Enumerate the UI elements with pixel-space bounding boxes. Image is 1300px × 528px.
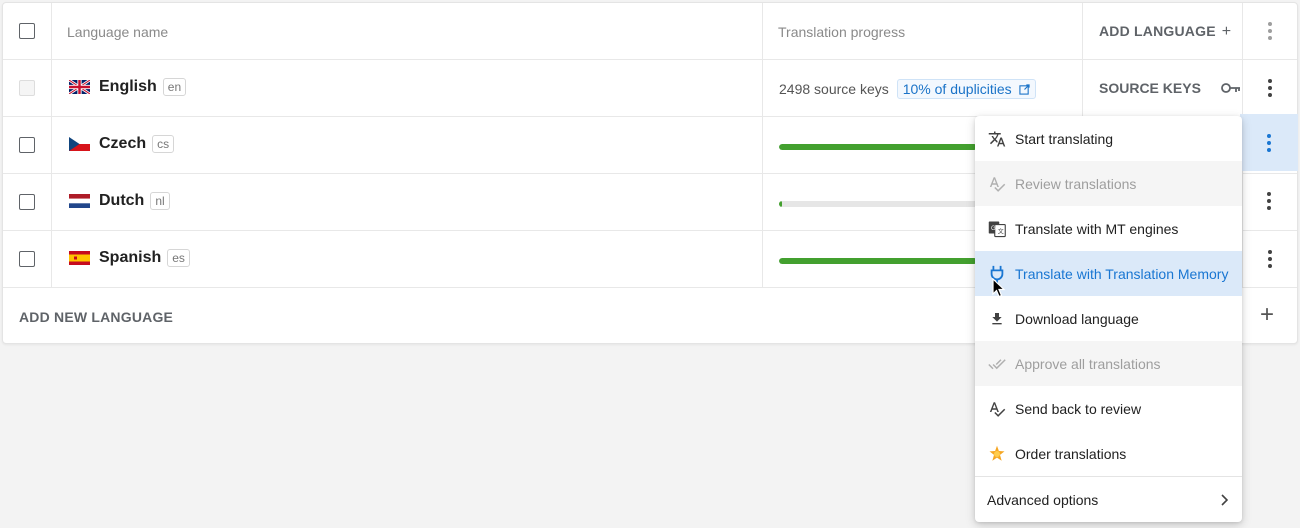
- menu-item-advanced-options[interactable]: Advanced options: [975, 477, 1242, 522]
- menu-item-label: Download language: [1015, 310, 1139, 327]
- language-cell[interactable]: Czech cs: [69, 135, 175, 153]
- row-more-icon[interactable]: [1257, 189, 1281, 213]
- nl-flag-icon: [69, 194, 90, 208]
- plus-icon[interactable]: +: [1260, 303, 1274, 327]
- source-keys-count: 2498 source keys: [779, 81, 889, 97]
- language-code-badge: cs: [152, 135, 175, 153]
- language-name: Dutch: [99, 192, 145, 209]
- column-header-translation-progress: Translation progress: [778, 24, 906, 40]
- row-more-icon[interactable]: [1258, 76, 1282, 100]
- download-icon: [987, 309, 1007, 329]
- menu-item-send-back-review[interactable]: Send back to review: [975, 386, 1242, 431]
- row-more-icon[interactable]: [1258, 247, 1282, 271]
- google-translate-icon: G文: [987, 219, 1007, 239]
- menu-item-label: Review translations: [1015, 175, 1137, 192]
- progress-fill: [779, 201, 782, 207]
- es-flag-icon: [69, 251, 90, 265]
- uk-flag-icon: [69, 80, 90, 94]
- select-all-checkbox[interactable]: [19, 23, 35, 39]
- table-row: English en 2498 source keys 10% of dupli…: [3, 60, 1297, 117]
- menu-item-download-language[interactable]: Download language: [975, 296, 1242, 341]
- menu-item-label: Advanced options: [987, 491, 1099, 508]
- progress-fill: [779, 258, 977, 264]
- menu-item-label: Approve all translations: [1015, 355, 1161, 372]
- menu-item-translate-tm[interactable]: Translate with Translation Memory: [975, 251, 1242, 296]
- external-link-icon: [1018, 84, 1030, 95]
- language-code-badge: en: [162, 78, 187, 96]
- row-checkbox[interactable]: [19, 194, 35, 210]
- menu-item-label: Start translating: [1015, 130, 1114, 147]
- plus-icon: +: [1221, 23, 1232, 40]
- duplicities-link[interactable]: 10% of duplicities: [896, 79, 1036, 99]
- row-checkbox[interactable]: [19, 251, 35, 267]
- spellcheck-icon: [987, 174, 1007, 194]
- table-header: Language name Translation progress ADD L…: [3, 3, 1297, 60]
- menu-item-review-translations: Review translations: [975, 161, 1242, 206]
- language-cell[interactable]: Spanish es: [69, 249, 190, 267]
- mouse-cursor-icon: [992, 278, 1006, 298]
- menu-item-order-translations[interactable]: Order translations: [975, 431, 1242, 476]
- cz-flag-icon: [69, 137, 90, 151]
- row-checkbox: [19, 80, 35, 96]
- menu-item-translate-mt[interactable]: G文 Translate with MT engines: [975, 206, 1242, 251]
- progress-fill: [779, 144, 977, 150]
- language-code-badge: es: [167, 249, 190, 267]
- language-cell[interactable]: English en: [69, 78, 187, 96]
- menu-item-approve-all: Approve all translations: [975, 341, 1242, 386]
- add-language-label: ADD LANGUAGE: [1099, 23, 1216, 39]
- duplicities-label: 10% of duplicities: [902, 81, 1012, 97]
- source-keys-label: SOURCE KEYS: [1099, 80, 1201, 96]
- double-check-icon: [987, 354, 1007, 374]
- chevron-right-icon: [1221, 493, 1228, 506]
- source-keys-info: 2498 source keys 10% of duplicities: [779, 79, 1036, 99]
- key-icon: [1221, 83, 1240, 93]
- star-icon: [987, 444, 1007, 464]
- svg-text:G: G: [991, 225, 996, 231]
- spellcheck-icon: [987, 399, 1007, 419]
- menu-item-start-translating[interactable]: Start translating: [975, 116, 1242, 161]
- menu-item-label: Order translations: [1015, 445, 1127, 462]
- menu-item-label: Translate with Translation Memory: [1015, 265, 1229, 282]
- add-language-button[interactable]: ADD LANGUAGE +: [1099, 23, 1231, 41]
- language-code-badge: nl: [150, 192, 170, 210]
- menu-item-label: Translate with MT engines: [1015, 220, 1179, 237]
- source-keys-button[interactable]: SOURCE KEYS: [1099, 80, 1241, 96]
- header-more-icon[interactable]: [1258, 19, 1282, 43]
- language-name: Spanish: [99, 249, 162, 266]
- row-checkbox[interactable]: [19, 137, 35, 153]
- active-row-action-cell: [1240, 114, 1298, 171]
- row-more-icon[interactable]: [1257, 131, 1281, 155]
- language-name: English: [99, 78, 157, 95]
- add-new-language-button[interactable]: ADD NEW LANGUAGE: [19, 309, 173, 325]
- language-name: Czech: [99, 135, 147, 152]
- language-actions-menu: Start translating Review translations G文…: [975, 116, 1242, 522]
- menu-item-label: Send back to review: [1015, 400, 1142, 417]
- translate-icon: [987, 129, 1007, 149]
- column-header-language-name: Language name: [67, 24, 169, 40]
- language-cell[interactable]: Dutch nl: [69, 192, 170, 210]
